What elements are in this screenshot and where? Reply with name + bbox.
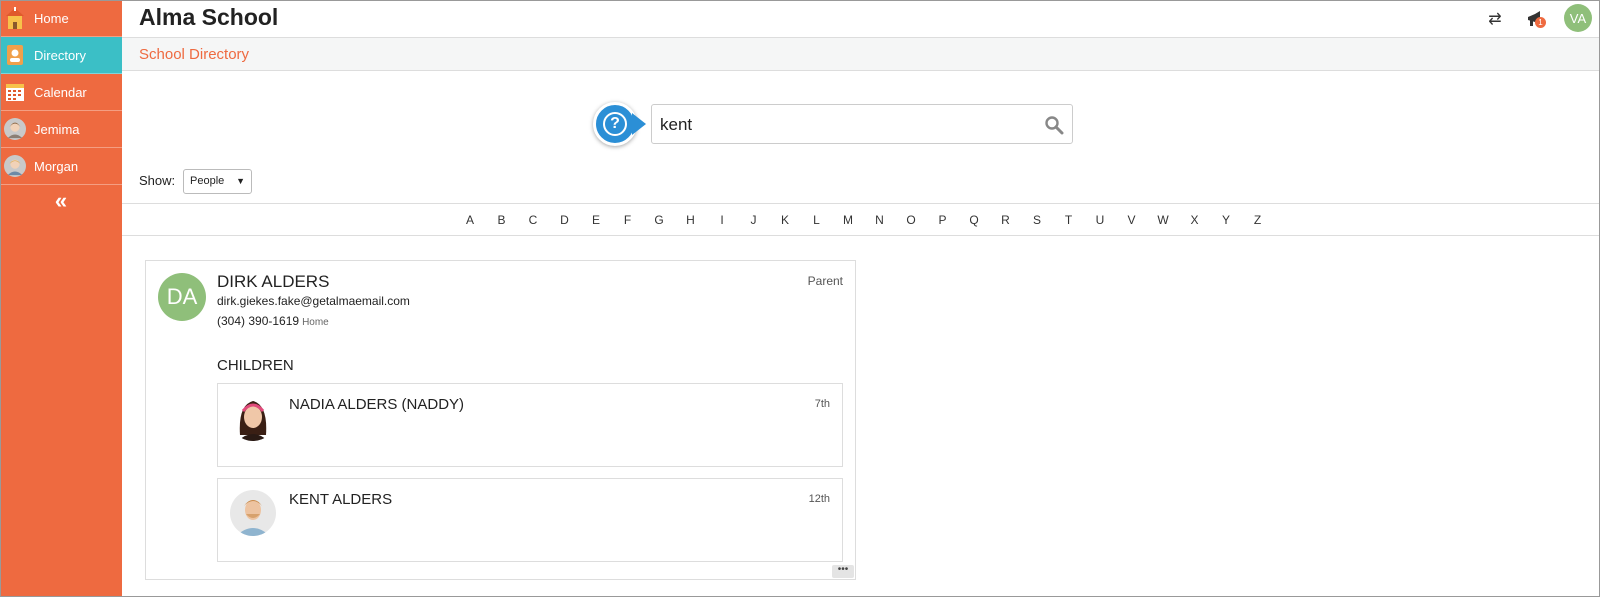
alphabet-filter: A B C D E F G H I J K L M N O P Q R S T U V W X Y Z bbox=[122, 203, 1600, 236]
sidebar: Home Directory Calendar Jemima Morgan « bbox=[0, 0, 122, 597]
directory-card: DA DIRK ALDERS Parent dirk.giekes.fake@g… bbox=[145, 260, 856, 580]
question-icon: ? bbox=[603, 112, 627, 136]
phone-type: Home bbox=[302, 317, 329, 328]
alphabet-letter-x[interactable]: X bbox=[1188, 213, 1202, 227]
alphabet-letter-j[interactable]: J bbox=[747, 213, 761, 227]
child-photo bbox=[230, 490, 276, 536]
sidebar-item-directory[interactable]: Directory bbox=[0, 37, 122, 74]
collapse-sidebar-button[interactable]: « bbox=[0, 190, 122, 216]
sidebar-item-jemima[interactable]: Jemima bbox=[0, 111, 122, 148]
alphabet-letter-i[interactable]: I bbox=[715, 213, 729, 227]
calendar-icon bbox=[4, 81, 26, 103]
alphabet-letter-e[interactable]: E bbox=[589, 213, 603, 227]
student-avatar bbox=[4, 118, 26, 140]
alphabet-letter-v[interactable]: V bbox=[1125, 213, 1139, 227]
child-card[interactable]: KENT ALDERS 12th bbox=[217, 478, 843, 562]
child-grade: 12th bbox=[808, 493, 830, 505]
sidebar-item-label: Home bbox=[34, 10, 69, 26]
alphabet-letter-q[interactable]: Q bbox=[967, 213, 981, 227]
notification-badge: 1 bbox=[1535, 17, 1546, 28]
alphabet-letter-h[interactable]: H bbox=[684, 213, 698, 227]
alphabet-letter-p[interactable]: P bbox=[936, 213, 950, 227]
announcements-button[interactable]: 1 bbox=[1524, 6, 1546, 32]
sidebar-item-label: Jemima bbox=[34, 121, 80, 137]
alphabet-letter-a[interactable]: A bbox=[463, 213, 477, 227]
alphabet-letter-o[interactable]: O bbox=[904, 213, 918, 227]
alphabet-letter-s[interactable]: S bbox=[1030, 213, 1044, 227]
alphabet-letter-c[interactable]: C bbox=[526, 213, 540, 227]
search-icon[interactable] bbox=[1044, 115, 1064, 135]
phone-number: (304) 390-1619 bbox=[217, 314, 300, 328]
child-name: KENT ALDERS bbox=[289, 491, 393, 508]
help-pointer bbox=[632, 113, 646, 135]
more-options-button[interactable]: ••• bbox=[832, 565, 854, 578]
parent-role: Parent bbox=[807, 274, 843, 288]
page-title: School Directory bbox=[139, 46, 250, 63]
child-photo bbox=[230, 395, 276, 441]
breadcrumb: School Directory bbox=[122, 38, 1600, 71]
alphabet-letter-d[interactable]: D bbox=[558, 213, 572, 227]
sidebar-item-home[interactable]: Home bbox=[0, 0, 122, 37]
school-house-icon bbox=[4, 7, 26, 29]
user-avatar[interactable]: VA bbox=[1564, 4, 1592, 32]
alphabet-letter-r[interactable]: R bbox=[999, 213, 1013, 227]
student-avatar bbox=[4, 155, 26, 177]
alphabet-letter-b[interactable]: B bbox=[495, 213, 509, 227]
child-name: NADIA ALDERS (NADDY) bbox=[289, 396, 465, 413]
alphabet-letter-t[interactable]: T bbox=[1062, 213, 1076, 227]
parent-phone[interactable]: (304) 390-1619 Home bbox=[217, 314, 329, 328]
alphabet-letter-g[interactable]: G bbox=[652, 213, 666, 227]
alphabet-letter-k[interactable]: K bbox=[778, 213, 792, 227]
help-button[interactable]: ? bbox=[593, 102, 637, 146]
alphabet-letter-w[interactable]: W bbox=[1156, 213, 1170, 227]
parent-avatar: DA bbox=[158, 273, 206, 321]
parent-name[interactable]: DIRK ALDERS bbox=[217, 272, 329, 292]
alphabet-letter-m[interactable]: M bbox=[841, 213, 855, 227]
sidebar-item-label: Calendar bbox=[34, 84, 87, 100]
top-header: Alma School ⇄ 1 VA bbox=[122, 0, 1600, 38]
show-select-value: People bbox=[190, 175, 225, 187]
sidebar-item-label: Morgan bbox=[34, 158, 79, 174]
child-card[interactable]: NADIA ALDERS (NADDY) 7th bbox=[217, 383, 843, 467]
alphabet-letter-u[interactable]: U bbox=[1093, 213, 1107, 227]
search-input[interactable] bbox=[660, 113, 1030, 137]
child-grade: 7th bbox=[814, 398, 830, 410]
app-title: Alma School bbox=[139, 4, 279, 30]
children-heading: CHILDREN bbox=[217, 357, 294, 374]
alphabet-letter-y[interactable]: Y bbox=[1219, 213, 1233, 227]
alphabet-letter-l[interactable]: L bbox=[810, 213, 824, 227]
show-label: Show: bbox=[139, 173, 176, 188]
alphabet-letter-n[interactable]: N bbox=[873, 213, 887, 227]
sidebar-item-morgan[interactable]: Morgan bbox=[0, 148, 122, 185]
sidebar-item-calendar[interactable]: Calendar bbox=[0, 74, 122, 111]
chevron-down-icon: ▼ bbox=[236, 176, 245, 186]
parent-email[interactable]: dirk.giekes.fake@getalmaemail.com bbox=[217, 294, 410, 308]
alphabet-letter-z[interactable]: Z bbox=[1251, 213, 1265, 227]
alphabet-letter-f[interactable]: F bbox=[621, 213, 635, 227]
sidebar-item-label: Directory bbox=[34, 47, 87, 63]
switch-account-icon[interactable]: ⇄ bbox=[1484, 6, 1506, 32]
search-box bbox=[651, 104, 1073, 144]
address-book-icon bbox=[4, 44, 26, 66]
show-select[interactable]: People ▼ bbox=[183, 169, 252, 194]
